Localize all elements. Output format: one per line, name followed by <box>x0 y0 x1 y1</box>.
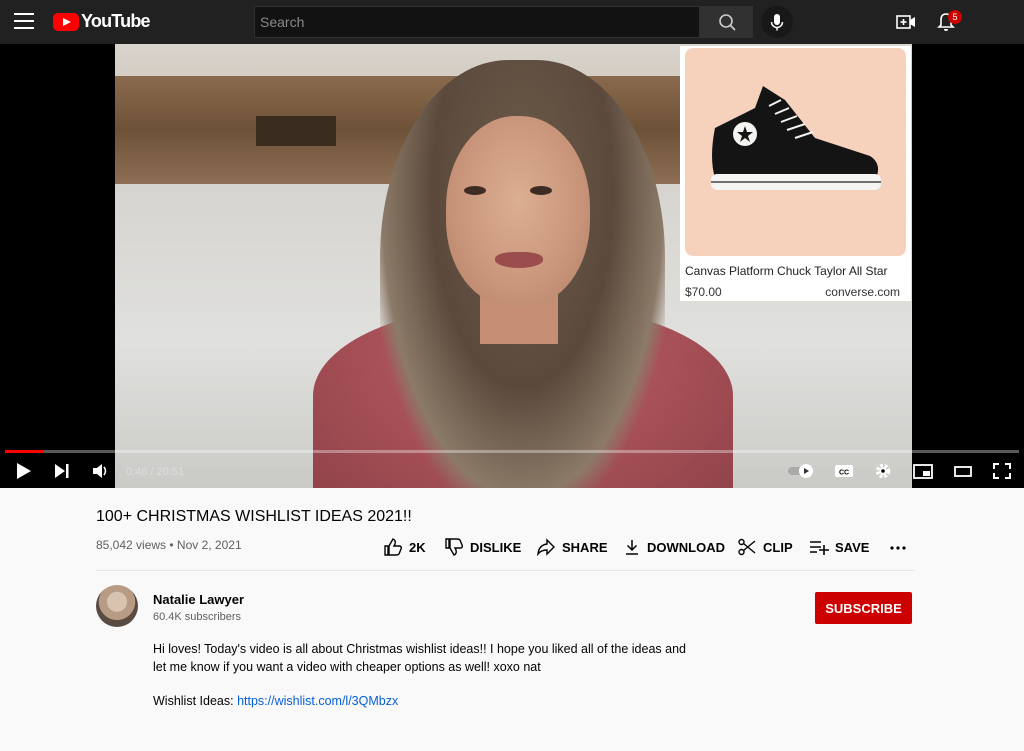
scissors-icon <box>738 538 756 556</box>
channel-avatar[interactable] <box>96 585 138 627</box>
more-actions-button[interactable] <box>888 538 914 556</box>
autoplay-toggle[interactable] <box>786 463 816 484</box>
playlist-add-icon <box>810 541 829 555</box>
video-meta: 85,042 views • Nov 2, 2021 <box>96 538 242 552</box>
clip-label: CLIP <box>763 539 793 555</box>
video-camera-plus-icon <box>896 15 915 29</box>
product-price: $70.00 <box>685 285 722 299</box>
product-name: Canvas Platform Chuck Taylor All Star <box>685 264 888 278</box>
dislike-button[interactable]: DISLIKE <box>444 538 521 556</box>
microphone-icon <box>770 14 784 31</box>
share-label: SHARE <box>562 539 608 555</box>
clip-button[interactable]: CLIP <box>737 538 793 556</box>
like-button[interactable]: 2K <box>383 538 426 556</box>
voice-search-button[interactable] <box>761 6 793 38</box>
dislike-label: DISLIKE <box>470 539 522 555</box>
progress-played <box>5 450 44 453</box>
channel-name[interactable]: Natalie Lawyer <box>153 592 244 607</box>
description: Hi loves! Today's video is all about Chr… <box>153 640 713 676</box>
menu-icon[interactable] <box>14 13 34 31</box>
product-card[interactable]: Canvas Platform Chuck Taylor All Star $7… <box>680 46 911 301</box>
more-horizontal-icon <box>890 546 906 550</box>
download-button[interactable]: DOWNLOAD <box>623 538 725 556</box>
autoplay-toggle-icon <box>788 464 813 478</box>
volume-button[interactable] <box>91 462 111 485</box>
divider <box>96 570 915 571</box>
skip-next-icon <box>55 464 69 478</box>
search-button[interactable] <box>700 6 753 38</box>
play-button[interactable] <box>14 462 34 485</box>
sneaker-icon <box>711 86 881 190</box>
save-button[interactable]: SAVE <box>809 538 869 556</box>
description-line: Hi loves! Today's video is all about Chr… <box>153 642 686 656</box>
play-icon <box>17 463 31 479</box>
fullscreen-button[interactable] <box>991 462 1013 485</box>
player-controls: 0:48 / 20:51 CC <box>0 454 1024 488</box>
settings-button[interactable] <box>873 462 893 485</box>
download-label: DOWNLOAD <box>647 539 725 555</box>
face <box>446 116 590 306</box>
create-video-button[interactable] <box>895 11 917 38</box>
theater-mode-icon <box>954 466 972 477</box>
thumbs-up-icon <box>384 538 403 556</box>
notification-badge: 5 <box>948 10 962 24</box>
product-site: converse.com <box>825 285 900 299</box>
video-info: 100+ CHRISTMAS WISHLIST IDEAS 2021!! 85,… <box>0 488 1024 751</box>
search-icon <box>719 14 736 31</box>
miniplayer-icon <box>913 464 933 479</box>
video-title: 100+ CHRISTMAS WISHLIST IDEAS 2021!! <box>96 508 412 525</box>
logo-text: YouTube <box>81 11 151 31</box>
subtitles-button[interactable]: CC <box>833 462 855 485</box>
closed-captions-icon: CC <box>835 465 853 477</box>
download-icon <box>626 540 638 555</box>
subscribe-button[interactable]: SUBSCRIBE <box>815 592 912 624</box>
time-display: 0:48 / 20:51 <box>126 466 185 478</box>
share-icon <box>537 538 555 556</box>
fullscreen-icon <box>993 463 1011 479</box>
save-label: SAVE <box>835 539 870 555</box>
description-links: Wishlist Ideas: https://wishlist.com/l/3… <box>153 694 398 708</box>
svg-text:CC: CC <box>839 470 849 477</box>
like-count: 2K <box>409 539 426 555</box>
share-button[interactable]: SHARE <box>536 538 608 556</box>
volume-icon <box>93 464 107 478</box>
top-bar: YouTube 5 <box>0 0 1024 44</box>
video-player[interactable]: Canvas Platform Chuck Taylor All Star $7… <box>0 44 1024 488</box>
subscriber-count: 60.4K subscribers <box>153 611 242 623</box>
next-button[interactable] <box>53 462 71 485</box>
search-input[interactable] <box>254 6 700 38</box>
wishlist-link[interactable]: https://wishlist.com/l/3QMbzx <box>237 694 398 708</box>
youtube-play-logo-icon <box>53 12 79 31</box>
miniplayer-button[interactable] <box>912 462 934 485</box>
theater-mode-button[interactable] <box>952 462 974 485</box>
youtube-logo[interactable]: YouTube <box>53 11 151 32</box>
thumbs-down-icon <box>445 538 464 556</box>
description-line: let me know if you want a video with che… <box>153 660 541 674</box>
product-image <box>685 48 906 256</box>
gear-icon <box>875 463 891 479</box>
wishlist-label: Wishlist Ideas: <box>153 694 238 708</box>
progress-bar[interactable] <box>5 450 1019 453</box>
